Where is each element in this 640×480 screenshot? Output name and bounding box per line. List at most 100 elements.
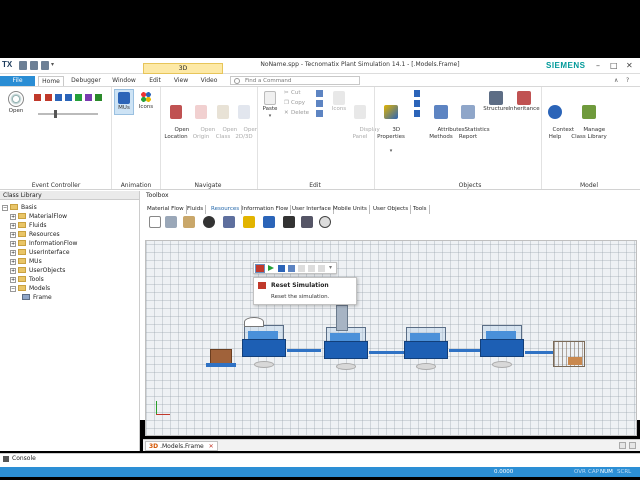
- toolbox-tab-material-flow[interactable]: Material Flow: [145, 205, 187, 214]
- tree-item-basis[interactable]: − Basis: [2, 204, 37, 212]
- expand-icon[interactable]: +: [10, 268, 16, 274]
- show-3d-icon[interactable]: [95, 94, 102, 101]
- toolbox-tab-user-interface[interactable]: User Interface: [290, 205, 334, 214]
- source-conveyor[interactable]: [206, 363, 236, 367]
- worker-icon[interactable]: [203, 216, 215, 228]
- icons-toggle-button[interactable]: Icons: [136, 91, 156, 111]
- statistics-report-button[interactable]: Statistics Report: [454, 91, 490, 148]
- workplace-icon[interactable]: [165, 216, 177, 228]
- tree-item-frame[interactable]: Frame: [22, 294, 52, 302]
- exporter-icon[interactable]: [243, 216, 255, 228]
- collapse-icon[interactable]: −: [10, 286, 16, 292]
- 3d-properties-button[interactable]: 3D Properties ▾: [377, 91, 405, 169]
- tree-item-tools[interactable]: + Tools: [10, 276, 44, 284]
- select-all-icon[interactable]: [316, 90, 323, 97]
- copy-button[interactable]: Copy: [291, 100, 305, 106]
- open-location-button[interactable]: Open Location: [164, 91, 189, 148]
- toolbox-tab-fluids[interactable]: Fluids: [185, 205, 207, 214]
- inheritance-button[interactable]: Inheritance: [508, 91, 540, 113]
- mus-toggle-button[interactable]: MUs: [114, 89, 134, 115]
- station-3[interactable]: [404, 327, 448, 370]
- toolbox-tab-resources[interactable]: Resources: [209, 205, 243, 214]
- reset-icon[interactable]: [34, 94, 41, 101]
- tab-edit[interactable]: Edit: [146, 76, 164, 86]
- tree-item-resources[interactable]: + Resources: [10, 231, 60, 239]
- minimize-icon[interactable]: –: [596, 61, 600, 70]
- fast-forward-icon[interactable]: [55, 94, 62, 101]
- context-tab-3d[interactable]: 3D: [143, 63, 223, 74]
- step-mini-icon[interactable]: [288, 265, 295, 272]
- speed-slider-thumb[interactable]: [54, 110, 57, 118]
- manage-class-library-button[interactable]: Manage Class Library: [571, 91, 607, 148]
- quick-access-dropdown-icon[interactable]: ▾: [51, 61, 54, 68]
- reset-simulation-button[interactable]: [255, 264, 265, 273]
- paste-dropdown-icon[interactable]: ▾: [260, 113, 280, 120]
- context-help-button[interactable]: Context Help: [542, 91, 574, 148]
- expand-icon[interactable]: +: [10, 241, 16, 247]
- open-event-controller-button[interactable]: Open: [6, 91, 26, 115]
- toolbox-tab-user-objects[interactable]: User Objects: [371, 205, 412, 214]
- tree-item-userinterface[interactable]: + UserInterface: [10, 249, 70, 257]
- console-panel[interactable]: Console: [0, 453, 640, 467]
- 3d-properties-dropdown-icon[interactable]: ▾: [377, 148, 405, 155]
- open-class-button[interactable]: Open Class: [212, 91, 237, 148]
- tab-scroll-left-icon[interactable]: [619, 442, 626, 449]
- tab-window[interactable]: Window: [110, 76, 138, 86]
- tree-item-mus[interactable]: + MUs: [10, 258, 42, 266]
- store-icon[interactable]: [319, 216, 331, 228]
- shift-calendar-icon[interactable]: [263, 216, 275, 228]
- cut-button[interactable]: Cut: [291, 90, 300, 96]
- save-as-icon[interactable]: [41, 61, 49, 70]
- broker-icon[interactable]: [223, 216, 235, 228]
- paste-button[interactable]: Paste ▾: [260, 91, 280, 120]
- object-small-icon-3[interactable]: [414, 110, 420, 117]
- worker-station-icon[interactable]: [301, 216, 313, 228]
- play-icon[interactable]: [268, 265, 274, 271]
- expand-icon[interactable]: +: [10, 232, 16, 238]
- close-tab-icon[interactable]: ✕: [209, 443, 214, 450]
- tab-view[interactable]: View: [171, 76, 191, 86]
- tree-item-models[interactable]: − Models: [10, 285, 50, 293]
- footpath-icon[interactable]: [283, 216, 295, 228]
- tab-home[interactable]: Home: [38, 76, 64, 86]
- tree-item-fluids[interactable]: + Fluids: [10, 222, 47, 230]
- expand-icon[interactable]: +: [10, 250, 16, 256]
- stop-icon[interactable]: [45, 94, 52, 101]
- delete-button[interactable]: Delete: [291, 110, 309, 116]
- find-command-input[interactable]: Find a Command: [230, 76, 360, 85]
- object-small-icon-1[interactable]: [414, 90, 420, 97]
- robot-arm[interactable]: [244, 317, 264, 327]
- tree-item-userobjects[interactable]: + UserObjects: [10, 267, 65, 275]
- copy-icon[interactable]: ❐: [284, 100, 289, 106]
- mini-dropdown-icon[interactable]: ▾: [329, 264, 332, 271]
- document-tab-models-frame[interactable]: 3D .Models.Frame ✕: [145, 441, 218, 451]
- expand-icon[interactable]: +: [10, 214, 16, 220]
- open-2d3d-button[interactable]: Open 2D/3D: [233, 91, 258, 148]
- expand-icon[interactable]: +: [10, 223, 16, 229]
- tab-debugger[interactable]: Debugger: [70, 76, 102, 86]
- find-icon[interactable]: [316, 110, 323, 117]
- tab-scroll-right-icon[interactable]: [629, 442, 636, 449]
- duplicate-icon[interactable]: [316, 100, 323, 107]
- expand-icon[interactable]: +: [10, 277, 16, 283]
- speed-slider[interactable]: [38, 110, 98, 118]
- tree-item-informationflow[interactable]: + InformationFlow: [10, 240, 77, 248]
- station-1[interactable]: [242, 325, 286, 368]
- conveyor-2[interactable]: [369, 351, 405, 354]
- help-icon[interactable]: ?: [626, 77, 629, 84]
- station-4[interactable]: [480, 325, 524, 368]
- tab-file[interactable]: File: [0, 76, 35, 86]
- maximize-icon[interactable]: □: [610, 61, 618, 70]
- attributes-methods-button[interactable]: Attributes Methods: [427, 91, 465, 148]
- machine-column[interactable]: [336, 305, 348, 331]
- save-icon[interactable]: [30, 61, 38, 70]
- structure-button[interactable]: Structure: [483, 91, 509, 113]
- tree-item-materialflow[interactable]: + MaterialFlow: [10, 213, 67, 221]
- open-origin-button[interactable]: Open Origin: [190, 91, 215, 148]
- object-small-icon-2[interactable]: [414, 100, 420, 107]
- pointer-icon[interactable]: [149, 216, 161, 228]
- cut-icon[interactable]: ✂: [284, 90, 289, 96]
- edit-icons-button[interactable]: Icons: [330, 91, 348, 113]
- toolbox-tab-information-flow[interactable]: Information Flow: [240, 205, 292, 214]
- toolbox-tab-tools[interactable]: Tools: [411, 205, 430, 214]
